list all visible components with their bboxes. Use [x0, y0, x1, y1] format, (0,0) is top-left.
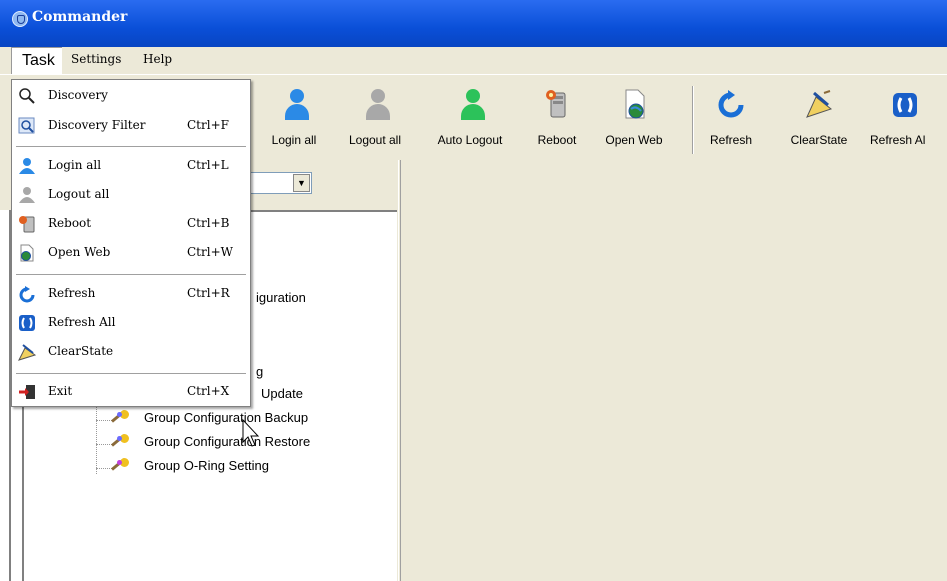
task-menu-clearstate[interactable]: ClearState: [12, 338, 250, 366]
task-menu-reboot[interactable]: Reboot Ctrl+B: [12, 210, 250, 238]
shortcut-ctrl-l: Ctrl+L: [187, 158, 229, 172]
shortcut-ctrl-r: Ctrl+R: [187, 286, 230, 300]
toolbar-separator: [692, 86, 694, 154]
logout-user-icon: [360, 87, 390, 121]
task-menu-discovery-label: Discovery: [48, 88, 108, 102]
task-menu-exit-label: Exit: [48, 384, 73, 398]
refresh-all-icon: [18, 314, 36, 332]
toolbar-refresh-button[interactable]: Refresh: [701, 87, 761, 157]
tree-item-group-oring-setting[interactable]: Group O-Ring Setting: [144, 458, 269, 473]
magnifier-icon: [18, 87, 36, 105]
reboot-icon: [542, 87, 572, 121]
wand-icon: [110, 458, 130, 474]
tree-item-update[interactable]: Update: [261, 386, 303, 401]
login-user-icon: [18, 157, 36, 175]
toolbar-auto-logout-label: Auto Logout: [437, 133, 503, 147]
task-menu-exit[interactable]: Exit Ctrl+X: [12, 378, 250, 406]
tree-item-group-config-backup[interactable]: Group Configuration Backup: [144, 410, 308, 425]
toolbar-refresh-label: Refresh: [709, 133, 753, 147]
toolbar-login-all-label: Login all: [271, 133, 317, 147]
title-bar: Commander: [0, 0, 947, 47]
toolbar-open-web-button[interactable]: Open Web: [596, 87, 672, 157]
wand-icon: [110, 434, 130, 450]
exit-door-icon: [18, 383, 36, 401]
refresh-all-icon: [890, 87, 920, 121]
wand-icon: [110, 410, 130, 426]
open-web-icon: [619, 87, 649, 121]
task-menu-reboot-label: Reboot: [48, 216, 92, 230]
task-menu-refresh[interactable]: Refresh Ctrl+R: [12, 280, 250, 308]
task-menu-open-web-label: Open Web: [48, 245, 111, 259]
menu-bar: Task Settings Help: [11, 47, 947, 75]
logout-user-icon: [18, 186, 36, 204]
combo-dropdown-arrow-icon[interactable]: ▼: [293, 174, 310, 192]
right-pane: [401, 160, 947, 581]
toolbar-auto-logout-button[interactable]: Auto Logout: [422, 87, 518, 157]
toolbar-login-all-button[interactable]: Login all: [261, 87, 327, 157]
toolbar-refresh-all-button[interactable]: Refresh Al: [870, 87, 947, 157]
device-combo[interactable]: ▼: [250, 172, 312, 194]
task-menu-refresh-all-label: Refresh All: [48, 315, 116, 329]
discovery-filter-icon: [18, 117, 36, 135]
task-menu-discovery-filter-label: Discovery Filter: [48, 118, 146, 132]
task-menu-refresh-all[interactable]: Refresh All: [12, 309, 250, 337]
toolbar-reboot-button[interactable]: Reboot: [527, 87, 587, 157]
mouse-cursor-icon: [242, 418, 260, 447]
shortcut-ctrl-w: Ctrl+W: [187, 245, 233, 259]
task-menu-open-web[interactable]: Open Web Ctrl+W: [12, 239, 250, 267]
tree-line: [96, 402, 98, 474]
task-menu-login-all-label: Login all: [48, 158, 102, 172]
task-menu-discovery[interactable]: Discovery: [12, 82, 250, 110]
open-web-icon: [18, 244, 36, 262]
reboot-icon: [18, 215, 36, 233]
clearstate-icon: [804, 87, 834, 121]
task-menu-logout-all[interactable]: Logout all: [12, 181, 250, 209]
clearstate-icon: [18, 343, 37, 361]
toolbar-logout-all-button[interactable]: Logout all: [335, 87, 415, 157]
toolbar-logout-all-label: Logout all: [348, 133, 402, 147]
menu-help[interactable]: Help: [143, 52, 172, 66]
menu-separator: [16, 373, 246, 375]
toolbar-reboot-label: Reboot: [537, 133, 577, 147]
shortcut-ctrl-x: Ctrl+X: [187, 384, 230, 398]
shortcut-ctrl-b: Ctrl+B: [187, 216, 230, 230]
tree-item-configuration[interactable]: iguration: [256, 290, 306, 305]
task-menu-login-all[interactable]: Login all Ctrl+L: [12, 152, 250, 180]
menu-separator: [16, 146, 246, 148]
menu-settings[interactable]: Settings: [71, 52, 121, 66]
app-shield-icon: [12, 11, 28, 27]
menu-task-label: Task: [22, 52, 55, 69]
menu-task[interactable]: Task: [11, 47, 62, 75]
task-menu-logout-all-label: Logout all: [48, 187, 110, 201]
toolbar-clearstate-label: ClearState: [790, 133, 848, 147]
login-user-icon: [279, 87, 309, 121]
tree-item-setting[interactable]: g: [256, 364, 263, 379]
task-menu-dropdown: Discovery Discovery Filter Ctrl+F Login …: [11, 79, 251, 407]
toolbar-clearstate-button[interactable]: ClearState: [778, 87, 860, 157]
task-menu-refresh-label: Refresh: [48, 286, 96, 300]
menu-separator: [16, 274, 246, 276]
refresh-icon: [18, 285, 36, 303]
auto-logout-user-icon: [455, 87, 485, 121]
task-menu-clearstate-label: ClearState: [48, 344, 114, 358]
toolbar-refresh-all-label: Refresh Al: [870, 133, 926, 147]
refresh-icon: [716, 87, 746, 121]
shortcut-ctrl-f: Ctrl+F: [187, 118, 229, 132]
tree-item-group-config-restore[interactable]: Group Configuration Restore: [144, 434, 310, 449]
window-title: Commander: [32, 9, 128, 25]
toolbar-open-web-label: Open Web: [605, 133, 663, 147]
task-menu-discovery-filter[interactable]: Discovery Filter Ctrl+F: [12, 112, 250, 140]
